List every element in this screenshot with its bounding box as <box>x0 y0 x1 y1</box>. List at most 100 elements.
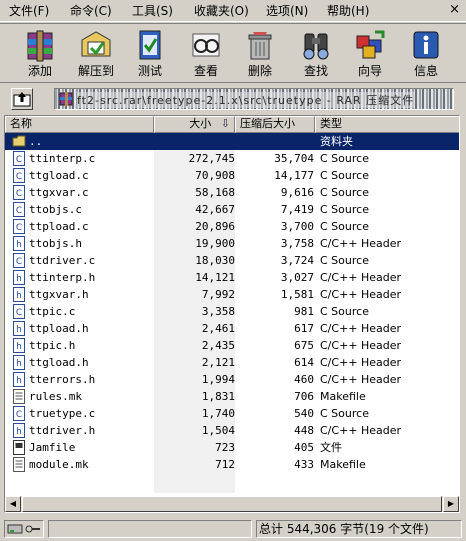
makefile-icon <box>12 389 26 404</box>
file-row[interactable]: h ttpload.h 2,461 617 C/C++ Header <box>5 320 459 337</box>
menu-tools[interactable]: 工具(S) <box>132 3 173 19</box>
wizard-button[interactable]: 向导 <box>342 26 398 82</box>
horizontal-scrollbar[interactable]: ◀ ▶ <box>5 496 459 512</box>
file-size: 723 <box>215 441 235 454</box>
up-folder-button[interactable] <box>11 88 33 110</box>
find-button-label: 查找 <box>303 64 328 78</box>
archive-path-field[interactable]: ft2-src.rar\freetype-2.1.x\src\truetype … <box>54 88 454 110</box>
h-file-icon: h <box>12 287 26 302</box>
svg-text:h: h <box>16 325 22 335</box>
menu-commands[interactable]: 命令(C) <box>70 3 112 19</box>
file-type: C Source <box>320 254 369 267</box>
info-icon <box>413 31 439 59</box>
file-type: 文件 <box>320 441 342 454</box>
file-row[interactable]: h ttpic.h 2,435 675 C/C++ Header <box>5 337 459 354</box>
file-row[interactable]: Cttpload.c 20,896 3,700 C Source <box>5 218 459 235</box>
file-type: C Source <box>320 305 369 318</box>
file-row[interactable]: h ttgload.h 2,121 614 C/C++ Header <box>5 354 459 371</box>
find-button[interactable]: 查找 <box>288 26 344 82</box>
info-button[interactable]: 信息 <box>398 26 454 82</box>
scroll-thumb[interactable] <box>22 496 442 512</box>
generic-file-icon <box>12 440 26 455</box>
file-name: ttinterp.c <box>29 152 96 165</box>
file-row[interactable]: rules.mk 1,831 706 Makefile <box>5 388 459 405</box>
file-name: ttdriver.c <box>29 254 96 267</box>
column-size[interactable]: 大小 ⇩ <box>154 116 235 133</box>
drive-key-icon <box>7 524 40 534</box>
menu-help[interactable]: 帮助(H) <box>327 3 369 19</box>
menu-favorites[interactable]: 收藏夹(O) <box>194 3 249 19</box>
file-size: 18,030 <box>195 254 235 267</box>
svg-text:C: C <box>16 410 22 420</box>
file-size: 42,667 <box>195 203 235 216</box>
delete-button-label: 删除 <box>247 64 272 78</box>
file-row[interactable]: Cttobjs.c 42,667 7,419 C Source <box>5 201 459 218</box>
makefile-icon <box>12 457 26 472</box>
file-name: tterrors.h <box>29 373 96 386</box>
extract-to-button[interactable]: 解压到 <box>68 26 124 82</box>
c-file-icon: C <box>12 406 26 421</box>
extract-to-button-label: 解压到 <box>77 64 114 78</box>
file-row[interactable]: h ttinterp.h 14,121 3,027 C/C++ Header <box>5 269 459 286</box>
file-type: C Source <box>320 220 369 233</box>
column-name[interactable]: 名称 <box>5 116 154 133</box>
archive-icon <box>59 92 73 106</box>
file-size: 1,831 <box>201 390 235 403</box>
test-button[interactable]: 测试 <box>122 26 178 82</box>
file-packed-size: 3,700 <box>280 220 314 233</box>
file-packed-size: 3,027 <box>280 271 314 284</box>
delete-button[interactable]: 删除 <box>232 26 288 82</box>
file-row[interactable]: h ttgxvar.h 7,992 1,581 C/C++ Header <box>5 286 459 303</box>
file-name: module.mk <box>29 458 89 471</box>
view-icon <box>192 33 220 57</box>
status-drive-panel[interactable] <box>4 520 44 538</box>
file-row[interactable]: Cttgxvar.c 58,168 9,616 C Source <box>5 184 459 201</box>
file-row[interactable]: h ttobjs.h 19,900 3,758 C/C++ Header <box>5 235 459 252</box>
close-icon[interactable]: × <box>449 3 460 17</box>
file-row[interactable]: h tterrors.h 1,994 460 C/C++ Header <box>5 371 459 388</box>
file-name: ttobjs.h <box>29 237 82 250</box>
file-type: C Source <box>320 152 369 165</box>
file-name: ttpic.h <box>29 339 76 352</box>
svg-text:C: C <box>16 172 22 182</box>
file-row[interactable]: Cttinterp.c 272,745 35,704 C Source <box>5 150 459 167</box>
menu-bar: 文件(F) 命令(C) 工具(S) 收藏夹(O) 选项(N) 帮助(H) × <box>0 0 466 22</box>
column-size-label: 大小 <box>189 117 212 130</box>
add-button[interactable]: 添加 <box>12 26 68 82</box>
file-row[interactable]: module.mk 712 433 Makefile <box>5 456 459 473</box>
column-type[interactable]: 类型 <box>315 116 459 133</box>
file-type: C/C++ Header <box>320 288 402 301</box>
menu-options[interactable]: 选项(N) <box>266 3 308 19</box>
file-row[interactable]: Jamfile 723 405 文件 <box>5 439 459 456</box>
h-file-icon: h <box>12 236 26 251</box>
scroll-left-icon[interactable]: ◀ <box>5 496 21 512</box>
file-packed-size: 614 <box>294 356 314 369</box>
status-selection-panel <box>48 520 252 538</box>
test-button-label: 测试 <box>137 64 162 78</box>
file-row[interactable]: Cttgload.c 70,908 14,177 C Source <box>5 167 459 184</box>
h-file-icon: h <box>12 270 26 285</box>
file-packed-size: 7,419 <box>280 203 314 216</box>
svg-text:C: C <box>16 308 22 318</box>
file-size: 14,121 <box>195 271 235 284</box>
file-name: ttgload.h <box>29 356 89 369</box>
view-button[interactable]: 查看 <box>178 26 234 82</box>
h-file-icon: h <box>12 355 26 370</box>
file-row[interactable]: Cttpic.c 3,358 981 C Source <box>5 303 459 320</box>
file-size: 2,461 <box>201 322 235 335</box>
file-row[interactable]: h ttdriver.h 1,504 448 C/C++ Header <box>5 422 459 439</box>
svg-text:C: C <box>16 189 22 199</box>
file-row[interactable]: Ctruetype.c 1,740 540 C Source <box>5 405 459 422</box>
file-row[interactable]: Cttdriver.c 18,030 3,724 C Source <box>5 252 459 269</box>
file-size: 272,745 <box>188 152 235 165</box>
menu-file[interactable]: 文件(F) <box>9 3 49 19</box>
file-size: 712 <box>215 458 235 471</box>
file-row[interactable]: .. 资料夹 <box>5 133 459 150</box>
scroll-right-icon[interactable]: ▶ <box>443 496 459 512</box>
svg-text:C: C <box>16 257 22 267</box>
file-size: 1,994 <box>201 373 235 386</box>
sort-arrow-icon: ⇩ <box>220 117 230 130</box>
column-packed[interactable]: 压缩后大小 <box>235 116 315 133</box>
file-type: C/C++ Header <box>320 339 402 352</box>
c-file-icon: C <box>12 168 26 183</box>
